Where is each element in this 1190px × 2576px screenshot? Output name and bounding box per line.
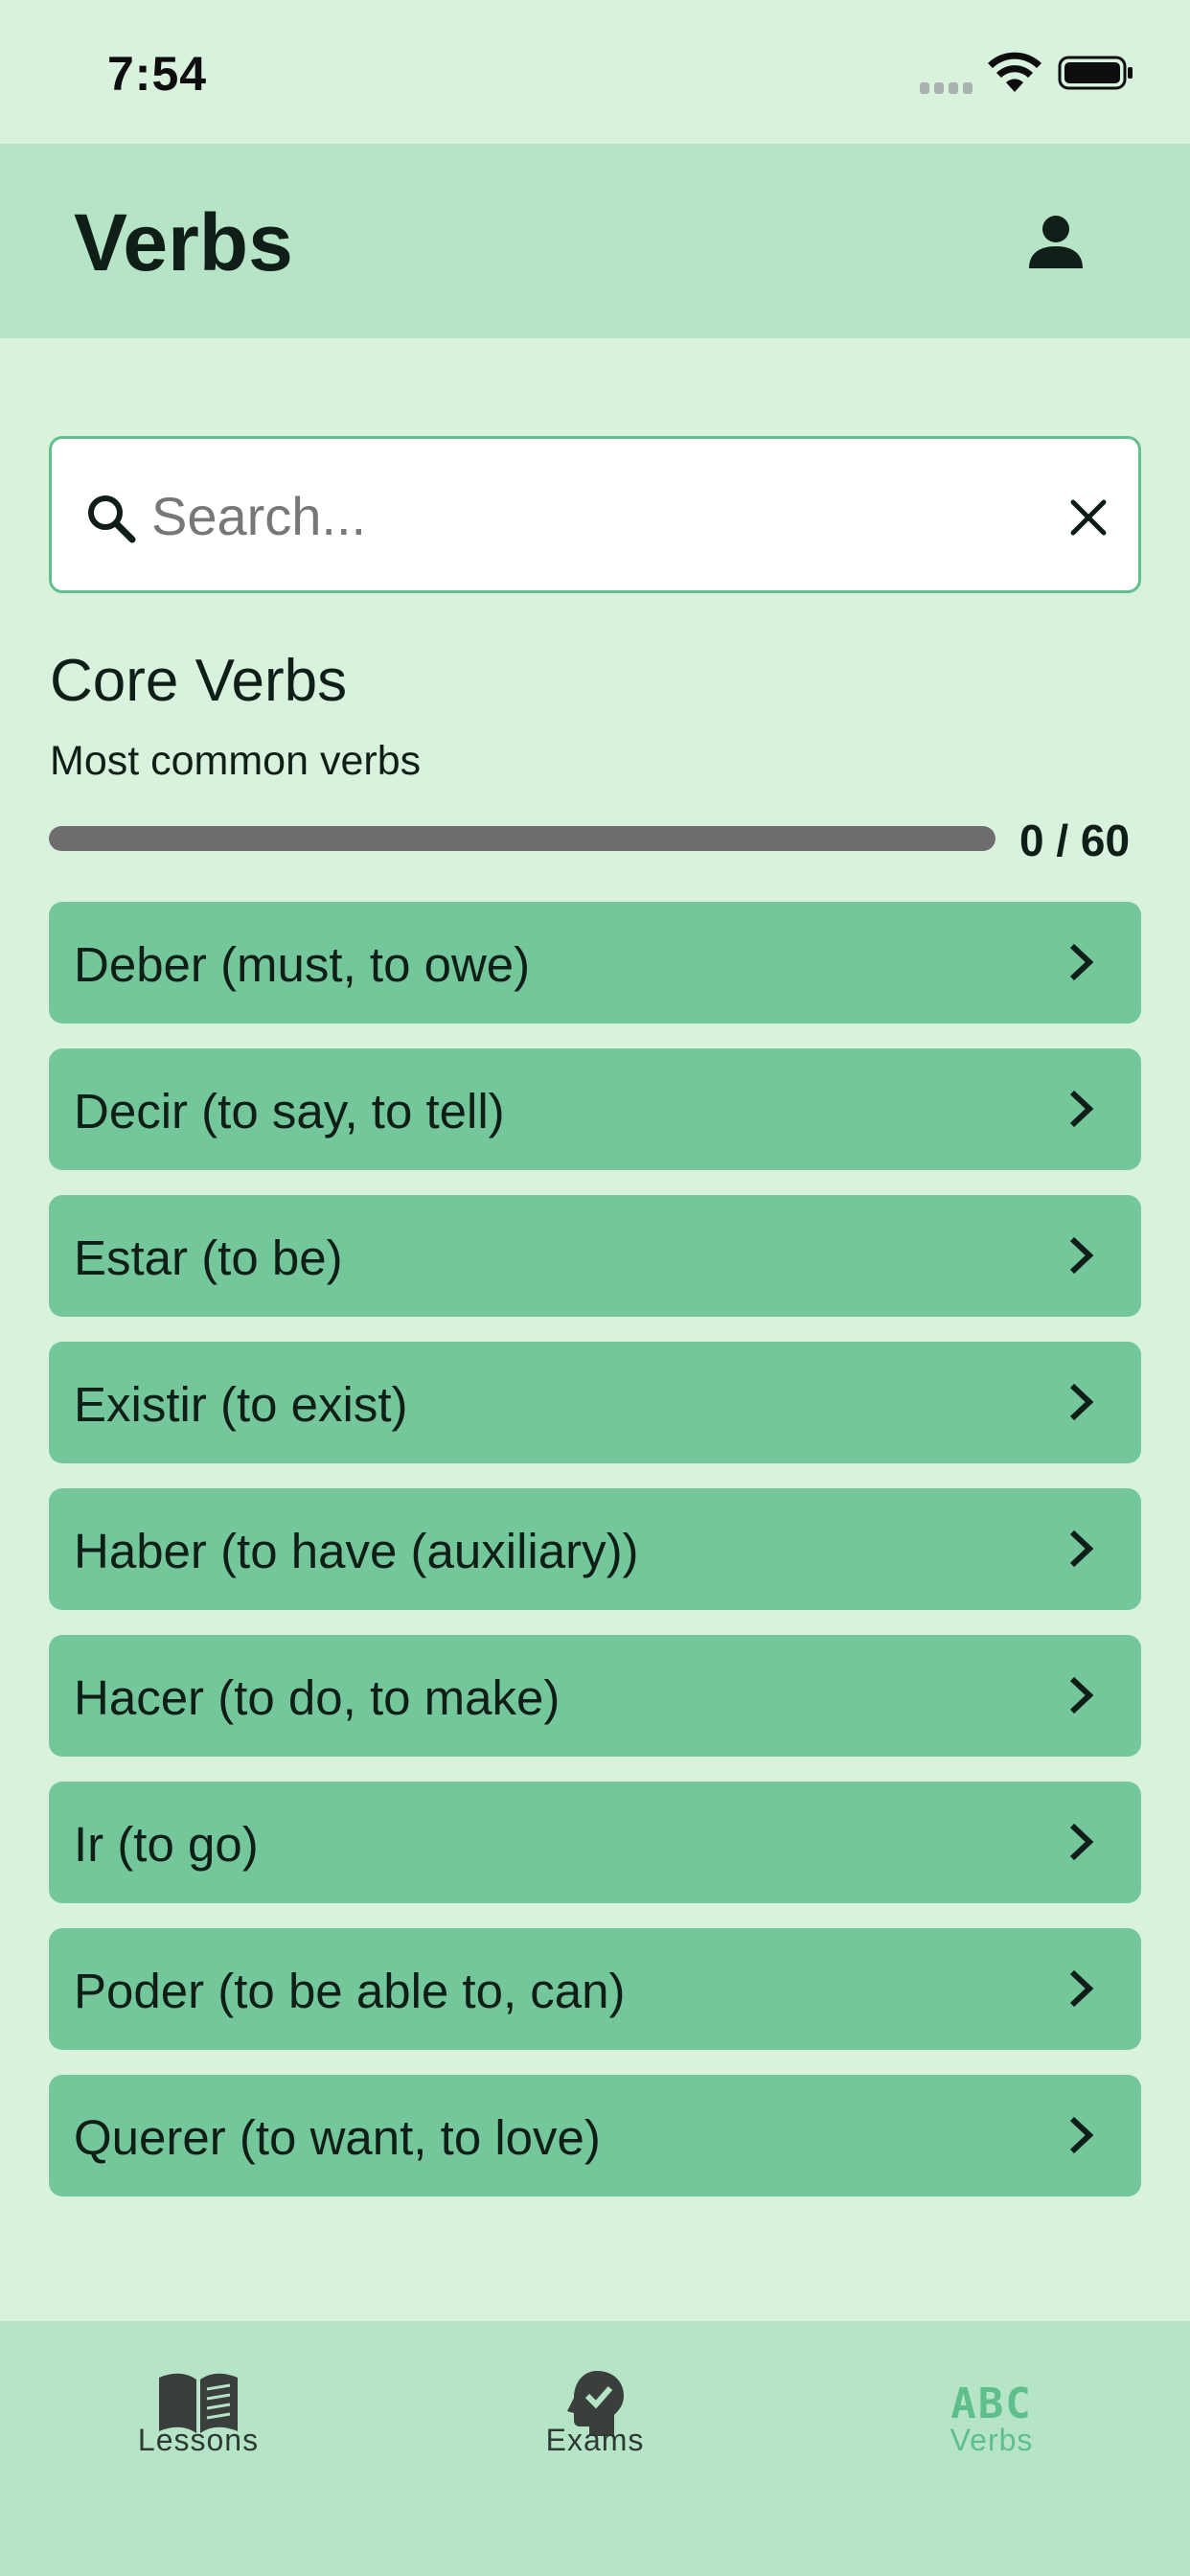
tab-label: Exams xyxy=(545,2423,645,2457)
verb-label: Ir (to go) xyxy=(74,1817,259,1872)
verb-item[interactable]: Hacer (to do, to make) xyxy=(49,1635,1141,1757)
verb-label: Estar (to be) xyxy=(74,1230,343,1285)
verb-item[interactable]: Poder (to be able to, can) xyxy=(49,1928,1141,2050)
chevron-right-icon xyxy=(1069,1236,1094,1275)
verb-item[interactable]: Existir (to exist) xyxy=(49,1342,1141,1463)
verb-label: Hacer (to do, to make) xyxy=(74,1670,561,1725)
tab-verbs[interactable]: ABC Verbs xyxy=(793,2321,1190,2494)
cellular-signal-icon xyxy=(920,82,973,94)
verb-item[interactable]: Decir (to say, to tell) xyxy=(49,1048,1141,1170)
verbs-screen: 7:54 Verbs Search... Core Verbs Most com… xyxy=(0,0,1190,2576)
verb-list: Deber (must, to owe) Decir (to say, to t… xyxy=(49,902,1141,2221)
tab-label: Lessons xyxy=(137,2423,260,2457)
chevron-right-icon xyxy=(1069,1530,1094,1568)
search-icon xyxy=(88,495,136,543)
verb-item[interactable]: Querer (to want, to love) xyxy=(49,2075,1141,2196)
app-header: Verbs xyxy=(0,144,1190,338)
verb-label: Querer (to want, to love) xyxy=(74,2110,601,2165)
tab-exams[interactable]: Exams xyxy=(397,2321,793,2494)
chevron-right-icon xyxy=(1069,1823,1094,1861)
wifi-icon xyxy=(988,52,1041,92)
verb-label: Haber (to have (auxiliary)) xyxy=(74,1524,639,1578)
chevron-right-icon xyxy=(1069,1676,1094,1714)
verb-item[interactable]: Deber (must, to owe) xyxy=(49,902,1141,1024)
verb-item[interactable]: Estar (to be) xyxy=(49,1195,1141,1317)
verb-label: Poder (to be able to, can) xyxy=(74,1964,626,2018)
section-subtitle: Most common verbs xyxy=(50,738,422,784)
search-bar xyxy=(49,436,1141,593)
verb-item[interactable]: Ir (to go) xyxy=(49,1782,1141,1903)
tab-label: Verbs xyxy=(950,2423,1034,2457)
chevron-right-icon xyxy=(1069,943,1094,981)
progress-track-fill xyxy=(49,826,995,851)
person-icon xyxy=(1029,216,1083,268)
search-input[interactable] xyxy=(151,468,1014,564)
chevron-right-icon xyxy=(1069,1969,1094,2008)
clear-search-button[interactable] xyxy=(1060,489,1117,546)
chevron-right-icon xyxy=(1069,1383,1094,1421)
page-title: Verbs xyxy=(74,197,293,288)
profile-button[interactable] xyxy=(1016,201,1096,282)
section-title: Core Verbs xyxy=(50,648,348,714)
status-bar: 7:54 xyxy=(0,0,1190,144)
tab-bar: Lessons Exams ABC Verbs xyxy=(0,2321,1190,2576)
chevron-right-icon xyxy=(1069,2116,1094,2154)
progress-bar xyxy=(49,826,995,851)
verb-label: Deber (must, to owe) xyxy=(74,937,531,992)
status-time: 7:54 xyxy=(107,47,208,101)
battery-icon xyxy=(1058,56,1133,90)
abc-icon-text: ABC xyxy=(950,2379,1033,2428)
verb-label: Decir (to say, to tell) xyxy=(74,1084,505,1138)
progress-count: 0 / 60 xyxy=(1019,816,1131,865)
verb-label: Existir (to exist) xyxy=(74,1377,408,1432)
close-icon xyxy=(1070,499,1107,536)
chevron-right-icon xyxy=(1069,1090,1094,1128)
verb-item[interactable]: Haber (to have (auxiliary)) xyxy=(49,1488,1141,1610)
tab-lessons[interactable]: Lessons xyxy=(0,2321,397,2494)
